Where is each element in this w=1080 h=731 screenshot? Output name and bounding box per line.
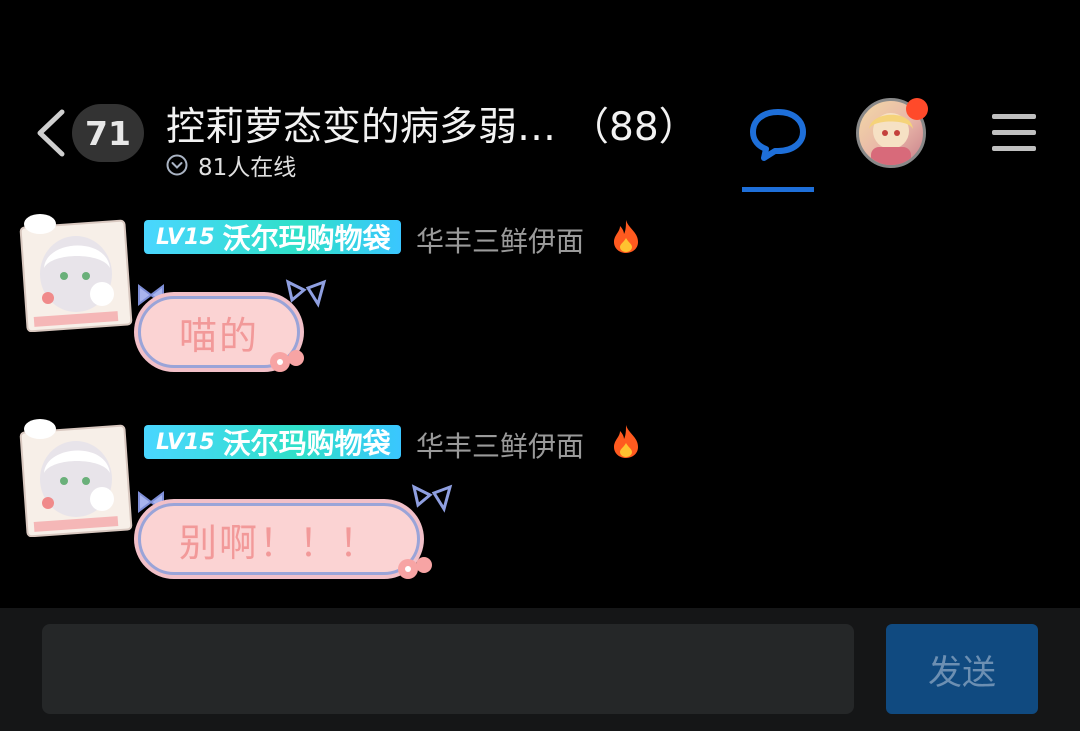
level-label: LV15 [156,224,215,250]
group-title: 控莉萝态变的病多弱… [166,105,557,150]
ribbon-decoration [285,279,327,308]
chevron-down-circle-icon [166,154,188,176]
avatar-frame-image [19,419,133,538]
avatar-frame-image [19,214,133,333]
member-level-badge: LV15 沃尔玛购物袋 [144,220,401,255]
chat-tab[interactable] [742,102,814,192]
online-status[interactable]: 81人在线 [166,148,296,182]
group-title-row[interactable]: 控莉萝态变的病多弱… （88） [166,96,698,152]
fire-icon [614,220,638,253]
chat-tab-indicator [742,187,814,192]
member-count: （88） [570,105,698,150]
member-level-badge: LV15 沃尔玛购物袋 [144,425,401,460]
message-text: 喵的 [179,313,260,358]
badge-name: 沃尔玛购物袋 [222,222,391,255]
flower-decoration [270,350,304,372]
send-button[interactable]: 发送 [886,624,1038,714]
message-text: 别啊！！！ [179,520,380,565]
chevron-left-icon [37,109,65,157]
chat-bubble-icon [750,109,806,161]
notification-dot [906,98,928,120]
menu-button[interactable] [990,112,1038,154]
flower-decoration [398,557,432,579]
sender-avatar[interactable] [18,411,134,538]
hamburger-menu-icon [992,114,1036,151]
level-label: LV15 [156,429,215,455]
message-bubble[interactable]: 别啊！！！ [138,503,421,575]
badge-name: 沃尔玛购物袋 [222,427,391,460]
chat-header: 71 控莉萝态变的病多弱… （88） 81人在线 [0,0,1080,200]
online-count-text: 81人在线 [198,155,297,181]
back-button[interactable] [30,108,70,158]
fire-icon [614,425,638,458]
sender-nickname[interactable]: 华丰三鲜伊面 [416,220,584,260]
ribbon-decoration [411,484,453,513]
unread-count-badge[interactable]: 71 [72,104,144,162]
sender-nickname[interactable]: 华丰三鲜伊面 [416,425,584,465]
sender-avatar[interactable] [18,206,134,333]
message-input[interactable] [42,624,854,714]
